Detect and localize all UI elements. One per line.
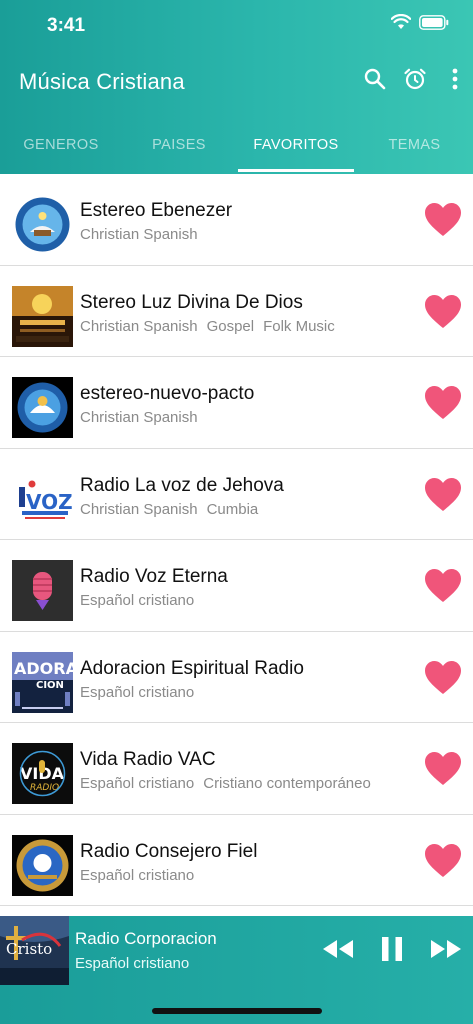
station-row[interactable]: Radio Consejero Fiel Español cristiano	[0, 815, 473, 906]
favorite-button[interactable]	[424, 751, 462, 787]
heart-icon	[425, 660, 461, 694]
heart-icon	[425, 203, 461, 236]
battery-icon	[419, 14, 449, 30]
station-logo: VOZ	[12, 468, 73, 530]
favorite-button[interactable]	[424, 843, 462, 879]
station-logo	[12, 194, 73, 255]
station-tag: Cumbia	[206, 500, 259, 518]
tab-bar: GENEROS PAISES FAVORITOS TEMAS	[0, 115, 473, 174]
wifi-icon	[391, 14, 411, 30]
station-list: Estereo Ebenezer Christian Spanish Stere…	[0, 174, 473, 906]
search-button[interactable]	[360, 66, 390, 96]
station-tags: Español cristiano	[80, 867, 203, 884]
station-tag: Christian Spanish	[80, 500, 198, 518]
logo-adora-text: ADORA	[14, 659, 73, 678]
tab-generos[interactable]: GENEROS	[0, 115, 122, 174]
favorite-button[interactable]	[424, 660, 462, 696]
station-tag: Español cristiano	[80, 775, 195, 792]
heart-icon	[425, 294, 461, 328]
station-tags: Christian Spanish Gospel Folk Music	[80, 318, 344, 335]
more-options-button[interactable]	[440, 66, 470, 96]
tab-temas[interactable]: TEMAS	[356, 115, 473, 174]
alarm-icon	[403, 67, 427, 96]
now-playing-title: Radio Corporacion	[75, 929, 217, 948]
station-row[interactable]: VOZ Radio La voz de Jehova Christian Spa…	[0, 449, 473, 540]
station-title: estereo-nuevo-pacto	[80, 383, 255, 404]
station-tag: Español cristiano	[80, 866, 195, 884]
rewind-icon	[323, 940, 353, 958]
favorite-button[interactable]	[424, 202, 462, 238]
station-title: Adoracion Espiritual Radio	[80, 657, 304, 679]
station-row[interactable]: Estereo Ebenezer Christian Spanish	[0, 174, 473, 266]
station-title: Estereo Ebenezer	[80, 200, 233, 221]
favorite-button[interactable]	[424, 385, 462, 421]
station-tag: Gospel	[206, 317, 255, 335]
home-indicator[interactable]	[152, 1008, 322, 1014]
rewind-button[interactable]	[320, 934, 356, 964]
fast-forward-button[interactable]	[428, 934, 464, 964]
station-logo	[12, 560, 73, 621]
station-tags: Christian Spanish Cumbia	[80, 501, 267, 518]
pause-icon	[382, 937, 402, 961]
tab-favoritos[interactable]: FAVORITOS	[236, 115, 356, 174]
favorite-button[interactable]	[424, 294, 462, 330]
station-logo	[12, 285, 73, 347]
station-tags: Español cristiano Cristiano contemporáneo	[80, 775, 380, 792]
app-title: Música Cristiana	[19, 69, 185, 94]
pause-button[interactable]	[378, 934, 406, 964]
station-logo: ADORA CION	[12, 651, 73, 713]
favorite-button[interactable]	[424, 568, 462, 604]
station-tag: Christian Spanish	[80, 226, 198, 243]
station-tag: Folk Music	[263, 317, 335, 335]
station-row[interactable]: ADORA CION Adoracion Espiritual Radio Esp…	[0, 632, 473, 723]
station-tag: Christian Spanish	[80, 317, 198, 335]
logo-lavoz-text: VOZ	[26, 490, 73, 514]
alarm-button[interactable]	[400, 66, 430, 96]
tab-paises[interactable]: PAISES	[122, 115, 236, 174]
station-logo	[12, 834, 73, 896]
station-logo: VIDA RADIO	[12, 743, 73, 804]
now-playing-subtitle: Español cristiano	[75, 955, 190, 972]
logo-cion-text: CION	[36, 680, 64, 691]
heart-icon	[425, 477, 461, 511]
now-playing-artwork: Cristo	[0, 916, 69, 985]
station-tag: Español cristiano	[80, 592, 195, 609]
station-tag: Cristiano contemporáneo	[203, 775, 371, 792]
logo-cristo-text: Cristo	[6, 940, 52, 958]
station-row[interactable]: Radio Voz Eterna Español cristiano	[0, 540, 473, 632]
station-tags: Christian Spanish	[80, 409, 207, 426]
more-vertical-icon	[452, 68, 458, 95]
search-icon	[364, 68, 386, 95]
station-tags: Español cristiano	[80, 684, 203, 701]
station-row[interactable]: estereo-nuevo-pacto Christian Spanish	[0, 357, 473, 449]
app-bar: 3:41 Música Cristiana GENEROS PAISES FAV…	[0, 0, 473, 174]
heart-icon	[425, 569, 461, 602]
station-title: Radio Consejero Fiel	[80, 840, 258, 862]
station-title: Radio La voz de Jehova	[80, 474, 284, 496]
heart-icon	[425, 752, 461, 785]
station-title: Vida Radio VAC	[80, 749, 216, 770]
status-time: 3:41	[47, 15, 86, 36]
station-logo	[12, 377, 73, 438]
station-tags: Español cristiano	[80, 592, 203, 609]
station-tags: Christian Spanish	[80, 226, 207, 243]
station-title: Radio Voz Eterna	[80, 566, 228, 587]
station-row[interactable]: VIDA RADIO Vida Radio VAC Español cristia…	[0, 723, 473, 815]
favorite-button[interactable]	[424, 477, 462, 513]
station-row[interactable]: Stereo Luz Divina De Dios Christian Span…	[0, 266, 473, 357]
fast-forward-icon	[431, 940, 461, 958]
heart-icon	[425, 843, 461, 877]
heart-icon	[425, 386, 461, 419]
station-tag: Español cristiano	[80, 683, 195, 701]
station-tag: Christian Spanish	[80, 409, 198, 426]
station-title: Stereo Luz Divina De Dios	[80, 291, 303, 313]
status-icons	[391, 14, 449, 30]
